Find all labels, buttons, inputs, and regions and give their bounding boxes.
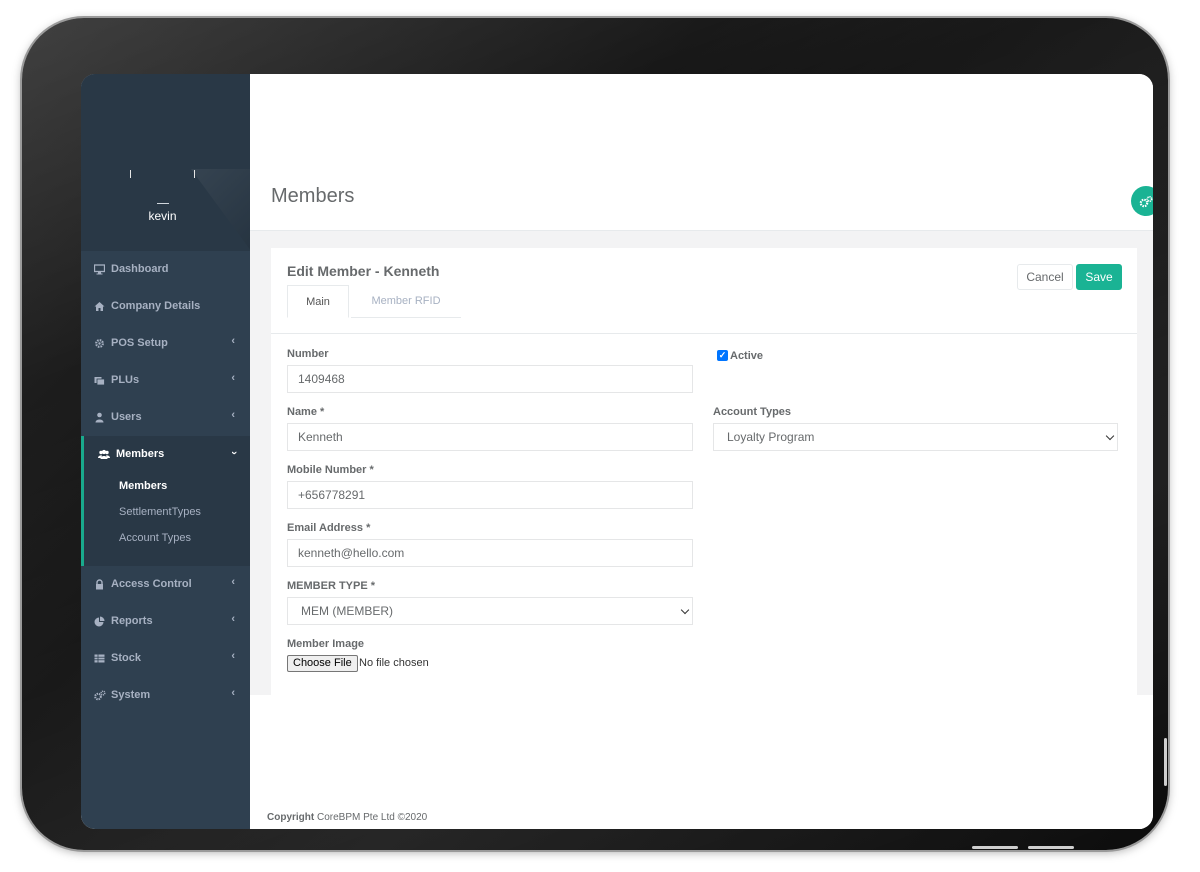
footer: Copyright CoreBPM Pte Ltd ©2020 xyxy=(267,812,427,823)
chevron-down-icon xyxy=(1105,431,1115,441)
table-icon xyxy=(94,653,105,664)
page-title: Members xyxy=(271,185,355,207)
sidebar-item-plus[interactable]: PLUs ‹ xyxy=(81,362,250,399)
sidebar-item-users[interactable]: Users ‹ xyxy=(81,399,250,436)
top-navbar xyxy=(250,74,1153,169)
chevron-down-icon xyxy=(680,605,690,615)
sidebar-item-reports[interactable]: Reports ‹ xyxy=(81,603,250,640)
name-label: Name * xyxy=(287,406,325,418)
email-field[interactable]: kenneth@hello.com xyxy=(287,539,693,567)
active-checkbox[interactable]: ✓ xyxy=(717,350,728,361)
sidebar-item-dashboard[interactable]: Dashboard xyxy=(81,251,250,288)
cancel-button[interactable]: Cancel xyxy=(1017,264,1073,290)
chevron-left-icon: ‹ xyxy=(231,372,235,384)
chevron-left-icon: ‹ xyxy=(231,409,235,421)
cogs-icon xyxy=(94,690,106,701)
account-types-label: Account Types xyxy=(713,406,792,418)
settings-toggle-button[interactable] xyxy=(1131,186,1153,216)
sidebar-item-label: Access Control xyxy=(111,578,192,590)
tablet-frame: kevin Dashboard Company Details POS Setu… xyxy=(22,18,1168,850)
file-status: No file chosen xyxy=(359,657,429,669)
home-icon xyxy=(94,301,105,312)
email-label: Email Address * xyxy=(287,522,371,534)
sidebar-item-stock[interactable]: Stock ‹ xyxy=(81,640,250,677)
sidebar-item-label: Stock xyxy=(111,652,141,664)
gear-icon xyxy=(94,338,105,349)
sidebar-item-access-control[interactable]: Access Control ‹ xyxy=(81,566,250,603)
sidebar-item-pos-setup[interactable]: POS Setup ‹ xyxy=(81,325,250,362)
tab-member-rfid[interactable]: Member RFID xyxy=(351,285,461,318)
app-screen: kevin Dashboard Company Details POS Setu… xyxy=(81,74,1153,829)
avatar-placeholder xyxy=(157,203,169,204)
sidebar-item-label: PLUs xyxy=(111,374,140,386)
sidebar-item-system[interactable]: System ‹ xyxy=(81,677,250,714)
users-icon xyxy=(98,449,110,460)
sidebar-nav: Dashboard Company Details POS Setup ‹ PL… xyxy=(81,251,250,714)
sidebar-item-label: POS Setup xyxy=(111,337,168,349)
chevron-down-icon: › xyxy=(228,451,241,455)
edit-member-panel: Edit Member - Kenneth Cancel Save Main M… xyxy=(271,248,1137,695)
chevron-left-icon: ‹ xyxy=(231,613,235,625)
active-label: Active xyxy=(730,350,764,362)
page-heading: Members xyxy=(250,169,1153,231)
save-button[interactable]: Save xyxy=(1076,264,1122,290)
panel-header: Edit Member - Kenneth Cancel Save Main M… xyxy=(271,248,1137,334)
copyright-label: Copyright xyxy=(267,812,315,823)
chevron-left-icon: ‹ xyxy=(231,576,235,588)
pie-chart-icon xyxy=(94,616,105,627)
chevron-left-icon: ‹ xyxy=(231,335,235,347)
profile-username[interactable]: kevin xyxy=(81,209,244,223)
account-types-value: Loyalty Program xyxy=(727,430,815,444)
chevron-left-icon: ‹ xyxy=(231,650,235,662)
sidebar-item-company-details[interactable]: Company Details xyxy=(81,288,250,325)
sidebar-item-label: Reports xyxy=(111,615,153,627)
sidebar-item-label: Members xyxy=(116,448,165,460)
profile-header: kevin xyxy=(81,74,251,251)
sidebar-item-label: Company Details xyxy=(111,300,201,312)
sidebar-subitem-account-types[interactable]: Account Types xyxy=(119,532,191,544)
name-field[interactable]: Kenneth xyxy=(287,423,693,451)
account-types-select[interactable]: Loyalty Program xyxy=(713,423,1118,451)
copyright-text: CoreBPM Pte Ltd ©2020 xyxy=(317,812,428,823)
mobile-number-field[interactable]: +656778291 xyxy=(287,481,693,509)
number-field[interactable]: 1409468 xyxy=(287,365,693,393)
member-image-label: Member Image xyxy=(287,638,365,650)
sidebar-item-label: Dashboard xyxy=(111,263,169,275)
panel-title: Edit Member - Kenneth xyxy=(287,263,440,279)
member-type-value: MEM (MEMBER) xyxy=(301,604,393,618)
mobile-number-label: Mobile Number * xyxy=(287,464,374,476)
tablet-top-button-2 xyxy=(1028,846,1074,849)
chevron-left-icon: ‹ xyxy=(231,687,235,699)
lock-icon xyxy=(94,579,105,590)
sidebar-subitem-members[interactable]: Members xyxy=(119,480,167,492)
number-label: Number xyxy=(287,348,329,360)
page-content: Edit Member - Kenneth Cancel Save Main M… xyxy=(250,231,1153,695)
choose-file-button[interactable]: Choose File xyxy=(287,655,358,672)
tablet-top-button xyxy=(972,846,1018,849)
folders-icon xyxy=(94,375,105,386)
page-bottom-area xyxy=(250,695,1153,829)
avatar-mark-left xyxy=(130,170,131,178)
sidebar-item-label: System xyxy=(111,689,151,701)
sidebar-subitem-settlement-types[interactable]: SettlementTypes xyxy=(119,506,201,518)
tablet-side-button xyxy=(1164,738,1167,786)
desktop-icon xyxy=(93,264,106,275)
cogs-icon xyxy=(1139,193,1153,208)
avatar-mark-right xyxy=(194,170,195,178)
sidebar-item-members[interactable]: Members › Members SettlementTypes Accoun… xyxy=(81,436,250,566)
member-type-select[interactable]: MEM (MEMBER) xyxy=(287,597,693,625)
member-type-label: MEMBER TYPE * xyxy=(287,580,376,592)
sidebar: kevin Dashboard Company Details POS Setu… xyxy=(81,74,251,829)
tab-main[interactable]: Main xyxy=(287,285,349,318)
sidebar-item-label: Users xyxy=(111,411,142,423)
user-icon xyxy=(94,412,105,423)
